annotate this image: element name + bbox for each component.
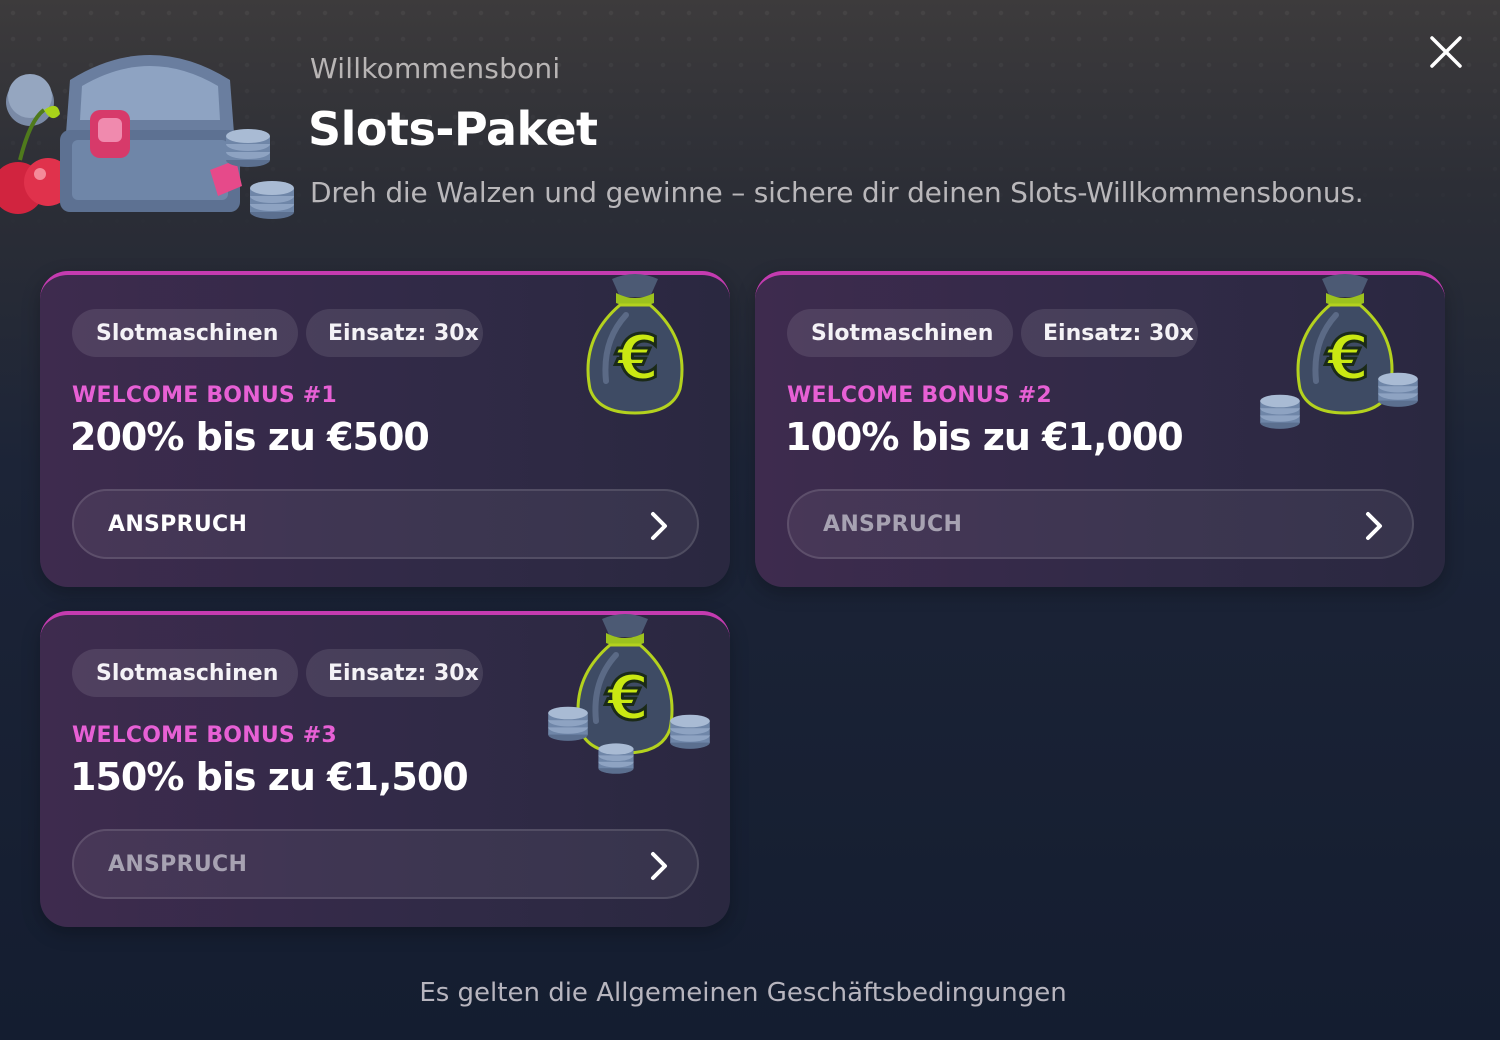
header-subtitle: Willkommensboni bbox=[310, 52, 561, 85]
money-bag-icon bbox=[550, 261, 720, 436]
page-title: Slots-Paket bbox=[308, 102, 598, 156]
wager-tag: Einsatz: 30x bbox=[1021, 309, 1198, 357]
bonus-card-3: Slotmaschinen Einsatz: 30x WELCOME BONUS… bbox=[40, 611, 730, 927]
claim-button[interactable]: ANSPRUCH bbox=[72, 489, 699, 559]
chevron-right-icon bbox=[651, 512, 667, 540]
header-description: Dreh die Walzen und gewinne – sichere di… bbox=[310, 176, 1364, 209]
bonus-amount: 100% bis zu €1,000 bbox=[785, 415, 1184, 459]
bonus-amount: 150% bis zu €1,500 bbox=[70, 755, 469, 799]
money-bag-icon bbox=[1260, 261, 1418, 429]
claim-button-label: ANSPRUCH bbox=[108, 852, 248, 877]
wager-label: Einsatz: 30x bbox=[328, 320, 479, 346]
claim-button-label: ANSPRUCH bbox=[823, 512, 963, 537]
bonus-label: WELCOME BONUS #3 bbox=[72, 723, 337, 748]
claim-button-label: ANSPRUCH bbox=[108, 512, 248, 537]
category-label: Slotmaschinen bbox=[96, 660, 279, 686]
close-icon bbox=[1430, 36, 1462, 68]
wager-tag: Einsatz: 30x bbox=[306, 649, 483, 697]
category-tag: Slotmaschinen bbox=[72, 649, 298, 697]
close-button[interactable] bbox=[1424, 30, 1468, 74]
category-label: Slotmaschinen bbox=[96, 320, 279, 346]
bonus-label: WELCOME BONUS #2 bbox=[787, 383, 1052, 408]
terms-text: Es gelten die Allgemeinen Geschäftsbedin… bbox=[419, 978, 1067, 1008]
claim-button[interactable]: ANSPRUCH bbox=[72, 829, 699, 899]
bonus-amount: 200% bis zu €500 bbox=[70, 415, 430, 459]
chevron-right-icon bbox=[651, 852, 667, 880]
wager-label: Einsatz: 30x bbox=[328, 660, 479, 686]
money-bag-icon bbox=[548, 601, 710, 774]
chevron-right-icon bbox=[1366, 512, 1382, 540]
wager-tag: Einsatz: 30x bbox=[306, 309, 483, 357]
treasure-chest-icon bbox=[0, 55, 294, 219]
bonus-label: WELCOME BONUS #1 bbox=[72, 383, 337, 408]
bonus-card-1: Slotmaschinen Einsatz: 30x WELCOME BONUS… bbox=[40, 271, 730, 587]
category-tag: Slotmaschinen bbox=[787, 309, 1013, 357]
claim-button[interactable]: ANSPRUCH bbox=[787, 489, 1414, 559]
category-tag: Slotmaschinen bbox=[72, 309, 298, 357]
bonus-card-2: Slotmaschinen Einsatz: 30x WELCOME BONUS… bbox=[755, 271, 1445, 587]
category-label: Slotmaschinen bbox=[811, 320, 994, 346]
wager-label: Einsatz: 30x bbox=[1043, 320, 1194, 346]
